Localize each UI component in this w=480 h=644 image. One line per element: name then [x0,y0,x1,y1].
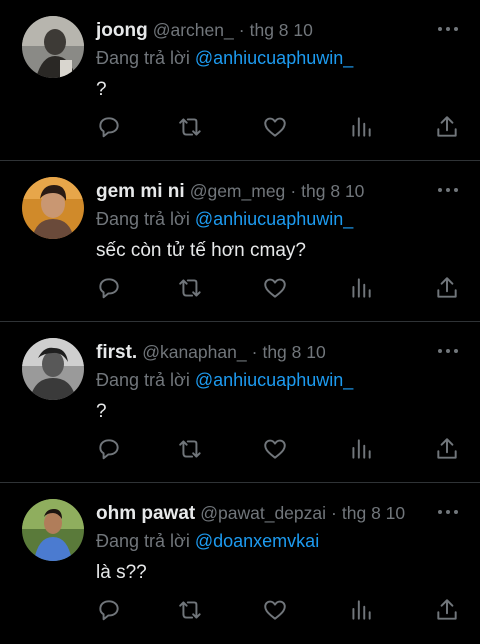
avatar-image [22,338,84,400]
reply-prefix: Đang trả lời [96,48,190,68]
like-icon[interactable] [262,597,288,623]
display-name[interactable]: first. [96,342,137,363]
tweet-text: ? [96,79,107,100]
timestamp[interactable]: thg 8 10 [342,503,405,523]
tweet[interactable]: ohm pawat @pawat_depzai · thg 8 10 Đang … [0,483,480,644]
tweet-text: sếc còn tử tế hơn cmay? [96,240,306,261]
tweet-text: ? [96,401,107,422]
reply-icon[interactable] [96,114,122,140]
tweet[interactable]: first. @kanaphan_ · thg 8 10 Đang trả lờ… [0,322,480,483]
avatar[interactable] [22,16,84,78]
reply-feed: joong @archen_ · thg 8 10 Đang trả lời @… [0,0,480,644]
avatar[interactable] [22,499,84,561]
replying-to: Đang trả lời @doanxemvkai [96,527,464,555]
reply-icon[interactable] [96,275,122,301]
tweet-header: joong @archen_ · thg 8 10 [96,16,464,44]
tweet-header: ohm pawat @pawat_depzai · thg 8 10 [96,499,464,527]
mention-link[interactable]: @anhiucuaphuwin_ [195,48,353,68]
separator: · [290,181,297,201]
tweet[interactable]: gem mi ni @gem_meg · thg 8 10 Đang trả l… [0,161,480,322]
tweet-actions [96,436,464,462]
like-icon[interactable] [262,114,288,140]
timestamp[interactable]: thg 8 10 [262,342,325,362]
avatar-image [22,16,84,78]
tweet-content: ohm pawat @pawat_depzai · thg 8 10 Đang … [96,499,464,585]
replying-to: Đang trả lời @anhiucuaphuwin_ [96,44,464,72]
avatar[interactable] [22,338,84,400]
tweet-actions [96,114,464,140]
separator: · [238,20,245,40]
replying-to: Đang trả lời @anhiucuaphuwin_ [96,205,464,233]
user-handle[interactable]: @kanaphan_ [142,342,246,362]
reply-prefix: Đang trả lời [96,370,190,390]
mention-link[interactable]: @doanxemvkai [195,531,319,551]
user-handle[interactable]: @pawat_depzai [200,503,326,523]
tweet-content: joong @archen_ · thg 8 10 Đang trả lời @… [96,16,464,102]
retweet-icon[interactable] [178,597,204,623]
avatar-image [22,499,84,561]
separator: · [331,503,337,523]
tweet-text: là s?? [96,562,147,583]
user-handle[interactable]: @gem_meg [190,181,286,201]
display-name[interactable]: joong [96,20,148,41]
tweet-actions [96,275,464,301]
views-icon[interactable] [348,436,374,462]
timestamp[interactable]: thg 8 10 [301,181,364,201]
tweet-actions [96,597,464,623]
more-icon[interactable] [436,344,460,356]
display-name[interactable]: ohm pawat [96,503,195,524]
retweet-icon[interactable] [178,114,204,140]
more-icon[interactable] [436,183,460,195]
tweet-content: first. @kanaphan_ · thg 8 10 Đang trả lờ… [96,338,464,424]
user-handle[interactable]: @archen_ [153,20,234,40]
views-icon[interactable] [348,114,374,140]
avatar-image [22,177,84,239]
reply-icon[interactable] [96,597,122,623]
tweet-content: gem mi ni @gem_meg · thg 8 10 Đang trả l… [96,177,464,263]
tweet-header: gem mi ni @gem_meg · thg 8 10 [96,177,464,205]
like-icon[interactable] [262,275,288,301]
mention-link[interactable]: @anhiucuaphuwin_ [195,209,353,229]
more-icon[interactable] [436,505,460,517]
separator: · [251,342,258,362]
retweet-icon[interactable] [178,275,204,301]
mention-link[interactable]: @anhiucuaphuwin_ [195,370,353,390]
replying-to: Đang trả lời @anhiucuaphuwin_ [96,366,464,394]
more-icon[interactable] [436,22,460,34]
share-icon[interactable] [434,275,460,301]
display-name[interactable]: gem mi ni [96,181,185,202]
views-icon[interactable] [348,597,374,623]
like-icon[interactable] [262,436,288,462]
share-icon[interactable] [434,436,460,462]
tweet[interactable]: joong @archen_ · thg 8 10 Đang trả lời @… [0,0,480,161]
share-icon[interactable] [434,114,460,140]
timestamp[interactable]: thg 8 10 [250,20,313,40]
reply-prefix: Đang trả lời [96,209,190,229]
retweet-icon[interactable] [178,436,204,462]
reply-prefix: Đang trả lời [96,531,190,551]
reply-icon[interactable] [96,436,122,462]
share-icon[interactable] [434,597,460,623]
avatar[interactable] [22,177,84,239]
tweet-header: first. @kanaphan_ · thg 8 10 [96,338,464,366]
views-icon[interactable] [348,275,374,301]
